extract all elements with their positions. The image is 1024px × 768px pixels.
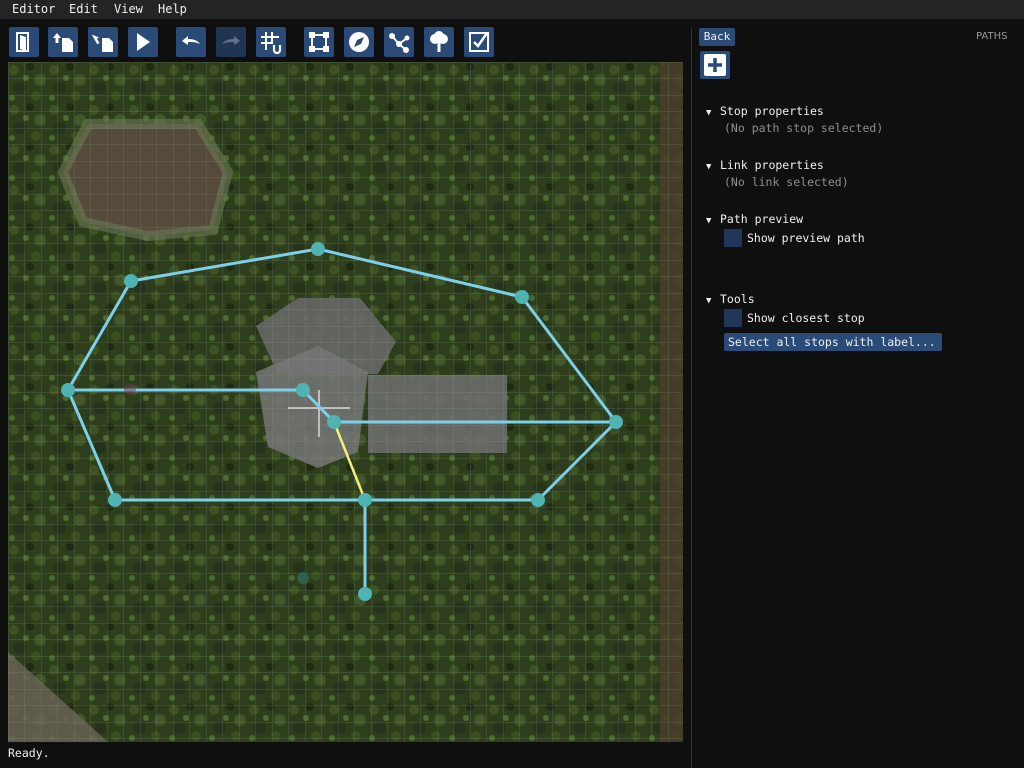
path-stop[interactable]: [358, 587, 372, 601]
collapse-triangle-icon: ▼: [706, 216, 712, 226]
grid-snap-button[interactable]: [256, 27, 286, 57]
checkbox[interactable]: [724, 309, 742, 327]
section-title: Stop properties: [720, 104, 824, 118]
selection-frame-icon: [309, 32, 329, 52]
path-stop[interactable]: [609, 415, 623, 429]
link-properties-header[interactable]: ▼ Link properties: [706, 158, 824, 172]
menu-view[interactable]: View: [114, 2, 143, 16]
undo-button[interactable]: [176, 27, 206, 57]
play-button[interactable]: [128, 27, 158, 57]
grid-snap-icon: [261, 32, 282, 54]
checkbox-label: Show preview path: [747, 231, 865, 245]
tools-header[interactable]: ▼ Tools: [706, 292, 755, 306]
link-properties-note: (No link selected): [724, 175, 849, 189]
tree-icon: [430, 31, 448, 52]
checkbox[interactable]: [724, 229, 742, 247]
redo-icon: [222, 36, 240, 45]
collapse-triangle-icon: ▼: [706, 296, 712, 306]
checkbox-icon: [469, 32, 489, 52]
map-view[interactable]: [8, 62, 683, 742]
gameplay-mode-button[interactable]: [344, 27, 374, 57]
redo-button[interactable]: [216, 27, 246, 57]
path-stop[interactable]: [124, 274, 138, 288]
section-title: Tools: [720, 292, 755, 306]
details-mode-button[interactable]: [424, 27, 454, 57]
menu-help[interactable]: Help: [158, 2, 187, 16]
save-file-icon: [91, 34, 113, 52]
collapse-triangle-icon: ▼: [706, 108, 712, 118]
path-stop[interactable]: [61, 383, 75, 397]
show-preview-path-toggle[interactable]: Show preview path: [724, 228, 865, 248]
undo-icon: [182, 36, 200, 45]
path-stop[interactable]: [531, 493, 545, 507]
plus-icon: [704, 54, 726, 76]
panel-title: PATHS: [976, 31, 1008, 42]
path-nodes-icon: [389, 33, 410, 53]
path-stop[interactable]: [108, 493, 122, 507]
menu-editor[interactable]: Editor: [12, 2, 55, 16]
mob-marker-faint[interactable]: [124, 383, 136, 395]
show-closest-stop-toggle[interactable]: Show closest stop: [724, 308, 865, 328]
select-stops-with-label-button[interactable]: Select all stops with label...: [724, 333, 942, 351]
menu-edit[interactable]: Edit: [69, 2, 98, 16]
upload-icon: [53, 33, 73, 52]
path-stop[interactable]: [327, 415, 341, 429]
path-stop[interactable]: [311, 242, 325, 256]
path-stop[interactable]: [358, 493, 372, 507]
exit-door-icon: [16, 32, 29, 52]
layout-mode-button[interactable]: [304, 27, 334, 57]
path-stop[interactable]: [515, 290, 529, 304]
section-title: Path preview: [720, 212, 804, 226]
play-icon: [137, 33, 150, 51]
load-button[interactable]: [48, 27, 78, 57]
quit-button[interactable]: [9, 27, 39, 57]
section-title: Link properties: [720, 158, 824, 172]
paths-mode-button[interactable]: [384, 27, 414, 57]
area-canvas[interactable]: [8, 62, 683, 742]
path-preview-header[interactable]: ▼ Path preview: [706, 212, 803, 226]
collapse-triangle-icon: ▼: [706, 162, 712, 172]
path-stop-faint[interactable]: [297, 572, 309, 584]
checkbox-label: Show closest stop: [747, 311, 865, 325]
back-button[interactable]: Back: [699, 28, 735, 46]
grid-overlay: [8, 62, 683, 742]
new-path-button[interactable]: [700, 51, 730, 79]
stop-properties-header[interactable]: ▼ Stop properties: [706, 104, 824, 118]
compass-icon: [349, 32, 369, 52]
menu-bar: Editor Edit View Help: [0, 0, 1024, 19]
review-mode-button[interactable]: [464, 27, 494, 57]
path-stop[interactable]: [296, 383, 310, 397]
stop-properties-note: (No path stop selected): [724, 121, 884, 135]
save-button[interactable]: [88, 27, 118, 57]
status-bar-text: Ready.: [8, 746, 50, 760]
